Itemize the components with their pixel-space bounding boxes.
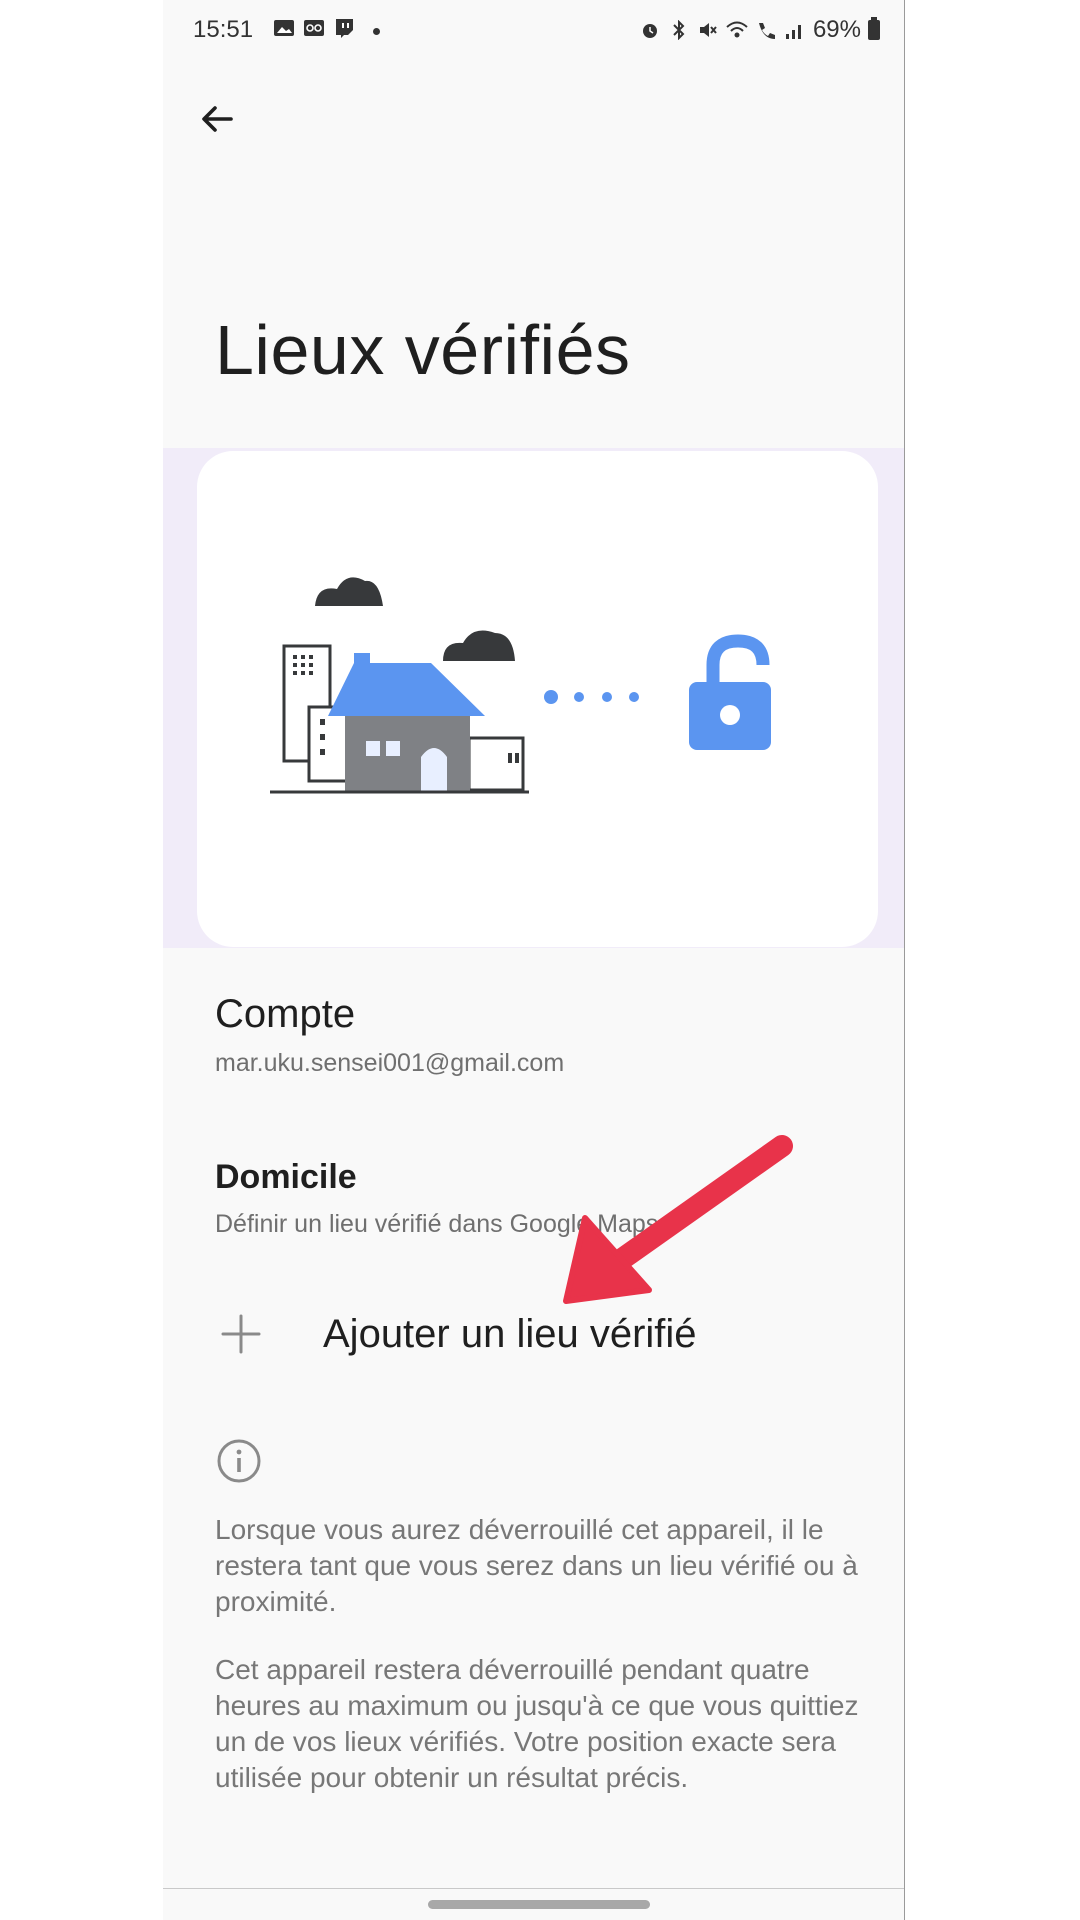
status-time: 15:51 [193,16,254,43]
battery-icon [868,17,880,40]
gesture-navigation-bar[interactable] [428,1900,650,1909]
account-title: Compte [215,992,356,1036]
add-verified-place-button[interactable]: Ajouter un lieu vérifié [215,1300,855,1376]
phone-screen: 15:51 69% Lieux vérifiés Compte mar.uku.… [163,0,905,1920]
page-title: Lieux vérifiés [215,311,631,389]
back-arrow-icon[interactable] [193,95,241,143]
add-verified-place-label: Ajouter un lieu vérifié [323,1312,697,1356]
notification-icons [273,18,380,38]
home-subtitle: Définir un lieu vérifié dans Google Maps [215,1210,659,1238]
dot-icon [373,27,380,35]
twitch-icon [336,19,353,38]
voicemail-icon [304,20,324,36]
system-icons: 69% [639,16,880,44]
status-bar: 15:51 69% [163,0,904,64]
bluetooth-icon [673,20,685,40]
home-title: Domicile [215,1158,357,1196]
info-paragraph-1: Lorsque vous aurez déverrouillé cet appa… [215,1514,858,1617]
hero-illustration-card [197,451,878,947]
unlocked-padlock-icon [689,634,771,750]
cloud-icon [443,630,515,661]
account-email: mar.uku.sensei001@gmail.com [215,1049,565,1077]
mute-icon [699,23,717,37]
signal-icon [785,25,801,39]
cloud-icon [315,577,383,606]
bottom-divider [163,1888,904,1889]
plus-icon [221,1314,261,1354]
wifi-icon [726,21,748,38]
house-icon [345,716,470,792]
building-icon [307,705,351,783]
call-icon [758,23,775,39]
alarm-icon [642,24,657,38]
info-paragraph-2: Cet appareil restera déverrouillé pendan… [215,1654,859,1793]
gallery-icon [274,20,294,36]
info-icon [217,1439,261,1483]
battery-percent: 69% [812,16,861,43]
building-icon [467,736,525,792]
home-row[interactable]: Domicile Définir un lieu vérifié dans Go… [163,1140,904,1250]
verified-place-illustration [270,577,771,794]
